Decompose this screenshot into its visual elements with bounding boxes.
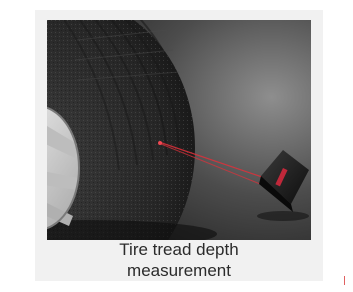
caption-line-1: Tire tread depth	[119, 240, 239, 259]
figure-panel: Tire tread depth measurement	[35, 10, 323, 281]
figure-caption: Tire tread depth measurement	[35, 239, 323, 281]
tire-measurement-photo	[47, 20, 311, 240]
edge-marker	[344, 276, 345, 285]
caption-line-2: measurement	[127, 261, 231, 280]
